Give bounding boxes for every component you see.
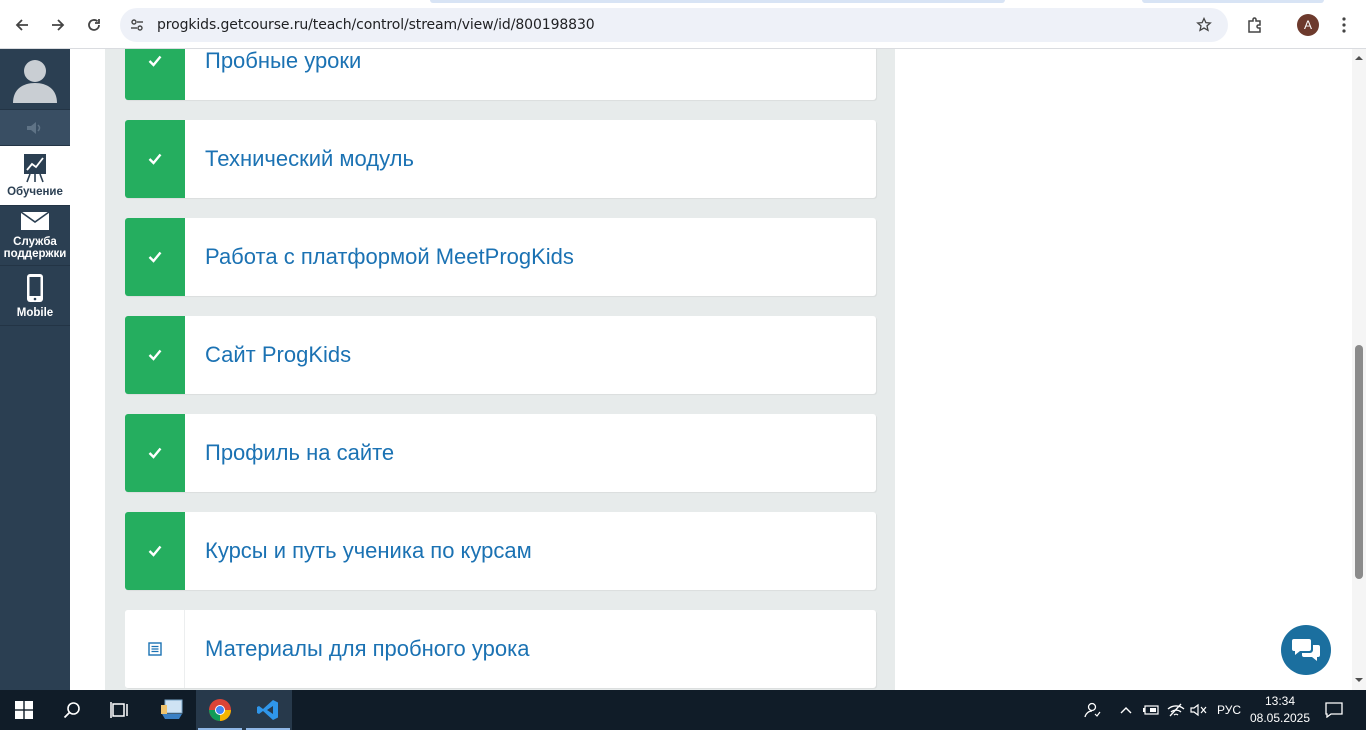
sidebar-item-label: Mobile: [16, 306, 54, 319]
completed-check: [125, 120, 185, 198]
volume-muted-icon[interactable]: [1188, 690, 1210, 730]
completed-check: [125, 414, 185, 492]
forward-arrow-icon: [52, 19, 65, 31]
battery-icon[interactable]: [1140, 690, 1162, 730]
search-button[interactable]: [48, 690, 96, 730]
lesson-title[interactable]: Работа с платформой MeetProgKids: [205, 218, 574, 296]
check-icon: [148, 349, 162, 361]
lesson-title[interactable]: Курсы и путь ученика по курсам: [205, 512, 532, 590]
windows-logo-icon: [15, 701, 33, 719]
chat-button[interactable]: [1281, 625, 1331, 675]
vscode-icon: [257, 700, 278, 720]
start-button[interactable]: [0, 690, 48, 730]
check-icon: [148, 55, 162, 67]
notification-icon: [1325, 702, 1343, 718]
check-icon: [148, 251, 162, 263]
user-profile[interactable]: [0, 49, 70, 109]
sidebar-item-mobile[interactable]: Mobile: [0, 266, 70, 326]
speaker-icon: [27, 121, 41, 134]
people-icon[interactable]: [1080, 690, 1104, 730]
wifi-icon[interactable]: [1164, 690, 1188, 730]
check-icon: [148, 153, 162, 165]
reload-icon: [88, 19, 100, 31]
back-button[interactable]: [9, 12, 35, 38]
lesson-item[interactable]: Технический модуль: [125, 120, 876, 198]
clock-time: 13:34: [1264, 694, 1296, 708]
chat-bubbles-icon: [1292, 639, 1320, 661]
sidebar: Обучение Служба поддержки Mobile: [0, 49, 70, 690]
lesson-type-marker: [125, 610, 185, 688]
lesson-item[interactable]: Курсы и путь ученика по курсам: [125, 512, 876, 590]
taskbar-app-vscode[interactable]: [244, 690, 292, 730]
lesson-item[interactable]: Сайт ProgKids: [125, 316, 876, 394]
sidebar-item-learning[interactable]: Обучение: [0, 146, 70, 206]
scroll-thumb[interactable]: [1355, 345, 1363, 579]
taskbar: РУС 13:34 08.05.2025: [0, 690, 1366, 730]
lesson-item[interactable]: Профиль на сайте: [125, 414, 876, 492]
extensions-button[interactable]: [1242, 12, 1268, 38]
kebab-menu-icon: [1342, 17, 1346, 33]
language-indicator[interactable]: РУС: [1212, 690, 1246, 730]
reload-button[interactable]: [81, 12, 107, 38]
main-content: Пробные уроки Технический модуль Работа …: [70, 49, 1352, 690]
check-icon: [148, 545, 162, 557]
browser-menu-button[interactable]: [1331, 12, 1357, 38]
url-text: progkids.getcourse.ru/teach/control/stre…: [157, 17, 595, 33]
completed-check: [125, 316, 185, 394]
taskbar-app-chrome[interactable]: [196, 690, 244, 730]
chevron-up-icon[interactable]: [1116, 690, 1136, 730]
completed-check: [125, 49, 185, 100]
lesson-item[interactable]: Пробные уроки: [125, 49, 876, 100]
sidebar-item-support[interactable]: Служба поддержки: [0, 206, 70, 266]
lesson-title[interactable]: Сайт ProgKids: [205, 316, 351, 394]
sidebar-item-label: Обучение: [7, 186, 63, 198]
scroll-down-icon[interactable]: [1355, 676, 1363, 684]
task-view-button[interactable]: [96, 690, 144, 730]
lesson-item[interactable]: Материалы для пробного урока: [125, 610, 876, 688]
lesson-item[interactable]: Работа с платформой MeetProgKids: [125, 218, 876, 296]
completed-check: [125, 512, 185, 590]
user-avatar-icon: [13, 60, 57, 103]
notifications-button[interactable]: [1318, 690, 1350, 730]
back-arrow-icon: [15, 19, 28, 31]
clock-date: 08.05.2025: [1249, 711, 1311, 725]
lesson-title[interactable]: Технический модуль: [205, 120, 414, 198]
chart-icon: [24, 154, 46, 183]
site-settings-icon[interactable]: [130, 18, 144, 32]
check-icon: [148, 447, 162, 459]
lesson-title[interactable]: Профиль на сайте: [205, 414, 394, 492]
profile-avatar[interactable]: A: [1297, 14, 1319, 36]
envelope-icon: [20, 211, 50, 230]
document-list-icon: [147, 642, 162, 656]
bookmark-star-icon[interactable]: [1196, 17, 1212, 33]
chrome-icon: [209, 699, 231, 721]
page-scrollbar[interactable]: [1352, 49, 1366, 690]
sidebar-item-label: Служба поддержки: [3, 236, 67, 260]
lessons-list: Пробные уроки Технический модуль Работа …: [105, 49, 895, 690]
task-view-icon: [110, 702, 128, 718]
address-bar[interactable]: progkids.getcourse.ru/teach/control/stre…: [120, 8, 1228, 42]
taskbar-app-remote-desktop[interactable]: [148, 690, 196, 730]
lesson-title[interactable]: Материалы для пробного урока: [205, 610, 529, 688]
phone-icon: [27, 273, 43, 302]
lesson-title[interactable]: Пробные уроки: [205, 49, 361, 100]
completed-check: [125, 218, 185, 296]
puzzle-icon: [1248, 17, 1261, 33]
sound-toggle[interactable]: [0, 109, 70, 146]
search-icon: [63, 702, 80, 719]
system-clock[interactable]: 13:34 08.05.2025: [1246, 693, 1314, 727]
browser-toolbar: progkids.getcourse.ru/teach/control/stre…: [0, 0, 1366, 49]
forward-button[interactable]: [45, 12, 71, 38]
computer-app-icon: [161, 699, 183, 719]
scroll-up-icon[interactable]: [1355, 54, 1363, 62]
